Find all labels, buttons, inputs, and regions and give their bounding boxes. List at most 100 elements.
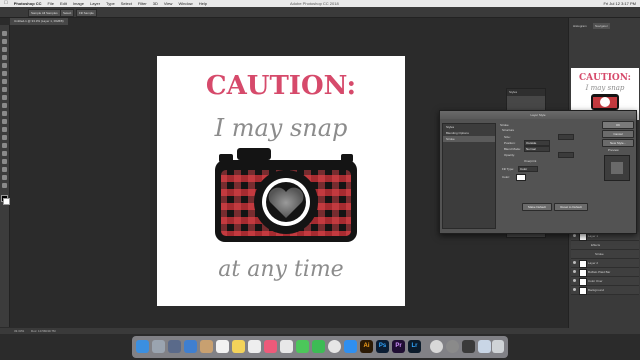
fill-type-select[interactable]: Color xyxy=(518,166,538,172)
zoom-tool-icon[interactable] xyxy=(2,183,7,188)
finder-icon[interactable] xyxy=(136,340,149,353)
opacity-field[interactable] xyxy=(558,152,574,158)
menu-type[interactable]: Type xyxy=(103,0,118,7)
move-tool-icon[interactable] xyxy=(2,31,7,36)
premiere-icon[interactable]: Pr xyxy=(392,340,405,353)
photoshop-icon[interactable]: Ps xyxy=(376,340,389,353)
menu-image[interactable]: Image xyxy=(70,0,87,7)
menu-layer[interactable]: Layer xyxy=(87,0,103,7)
size-field[interactable] xyxy=(558,134,574,140)
doc-size: Doc: 10.5M/40.7M xyxy=(31,329,56,333)
styles-panel-title: Styles xyxy=(507,89,545,96)
appstore-icon[interactable] xyxy=(344,340,357,353)
document-canvas[interactable]: CAUTION: I may snap at any time xyxy=(157,56,405,306)
layer-row[interactable]: Layer 2 xyxy=(571,259,639,268)
menu-file[interactable]: File xyxy=(45,0,57,7)
layer-row[interactable]: Effects xyxy=(571,241,639,250)
crop-tool-icon[interactable] xyxy=(2,63,7,68)
quick-select-tool-icon[interactable] xyxy=(2,55,7,60)
dialog-title[interactable]: Layer Style xyxy=(440,111,636,119)
gradient-tool-icon[interactable] xyxy=(2,119,7,124)
tools-panel xyxy=(0,25,10,327)
layer-row[interactable]: Color Over xyxy=(571,277,639,286)
layer-row[interactable]: Buffalo Plaid Bar xyxy=(571,268,639,277)
tab-histogram[interactable]: Histogram xyxy=(571,23,589,29)
hand-tool-icon[interactable] xyxy=(2,175,7,180)
clock[interactable]: Fri Jul 12 3:17 PM xyxy=(604,0,636,7)
messages-icon[interactable] xyxy=(296,340,309,353)
calendar-icon[interactable] xyxy=(216,340,229,353)
stamp-tool-icon[interactable] xyxy=(2,95,7,100)
menu-photoshop[interactable]: Photoshop CC xyxy=(11,0,45,7)
zoom-level[interactable]: 33.33% xyxy=(0,329,24,333)
downloads-icon[interactable] xyxy=(478,340,491,353)
select-button[interactable]: Select xyxy=(60,9,75,17)
layer-name: Effects xyxy=(591,243,601,247)
photos-icon[interactable] xyxy=(280,340,293,353)
menu-filter[interactable]: Filter xyxy=(135,0,150,7)
blur-tool-icon[interactable] xyxy=(2,127,7,132)
any-time-text: at any time xyxy=(218,257,343,282)
artwork: CAUTION: I may snap at any time xyxy=(206,71,357,282)
trash-icon[interactable] xyxy=(492,340,504,353)
blend-mode-label: Blend Mode: xyxy=(504,147,521,151)
apple-icon[interactable]:  xyxy=(0,0,11,7)
style-item-stroke[interactable]: Stroke xyxy=(443,136,495,142)
safari-icon[interactable] xyxy=(168,340,181,353)
background-color-swatch[interactable] xyxy=(3,198,10,205)
eye-icon[interactable] xyxy=(573,270,576,273)
pen-tool-icon[interactable] xyxy=(2,143,7,148)
layer-row[interactable]: Stroke xyxy=(571,250,639,259)
menu-help[interactable]: Help xyxy=(196,0,210,7)
reminders-icon[interactable] xyxy=(248,340,261,353)
marquee-tool-icon[interactable] xyxy=(2,39,7,44)
menu-select[interactable]: Select xyxy=(118,0,135,7)
preview-icon[interactable] xyxy=(430,340,443,353)
facetime-icon[interactable] xyxy=(312,340,325,353)
dodge-tool-icon[interactable] xyxy=(2,135,7,140)
eye-icon[interactable] xyxy=(573,288,576,291)
menu-view[interactable]: View xyxy=(161,0,176,7)
eye-icon[interactable] xyxy=(573,261,576,264)
eye-icon[interactable] xyxy=(573,279,576,282)
eraser-tool-icon[interactable] xyxy=(2,111,7,116)
history-brush-tool-icon[interactable] xyxy=(2,103,7,108)
new-style-button[interactable]: New Style... xyxy=(602,139,634,147)
lightroom-icon[interactable]: Lr xyxy=(408,340,421,353)
opacity-label: Opacity: xyxy=(504,153,516,157)
sample-all-button[interactable]: Sample All Samples xyxy=(28,9,61,17)
brush-tool-icon[interactable] xyxy=(2,87,7,92)
system-preferences-icon[interactable] xyxy=(446,340,459,353)
blend-mode-select[interactable]: Normal xyxy=(524,146,550,152)
type-tool-icon[interactable] xyxy=(2,151,7,156)
layer-row[interactable]: Background xyxy=(571,286,639,295)
preview-checkbox[interactable]: Preview xyxy=(608,148,619,152)
contacts-icon[interactable] xyxy=(200,340,213,353)
ok-button[interactable]: OK xyxy=(602,121,634,129)
size-label: Size: xyxy=(504,135,511,139)
shape-tool-icon[interactable] xyxy=(2,167,7,172)
lasso-tool-icon[interactable] xyxy=(2,47,7,52)
illustrator-icon[interactable]: Ai xyxy=(360,340,373,353)
make-default-button[interactable]: Make Default xyxy=(522,203,552,211)
menu-window[interactable]: Window xyxy=(175,0,195,7)
tab-navigator[interactable]: Navigator xyxy=(593,23,610,29)
overprint-checkbox[interactable]: Overprint xyxy=(524,159,536,163)
chrome-icon[interactable] xyxy=(328,340,341,353)
cancel-button[interactable]: Cancel xyxy=(602,130,634,138)
path-select-tool-icon[interactable] xyxy=(2,159,7,164)
reset-default-button[interactable]: Reset to Default xyxy=(554,203,588,211)
menu-3d[interactable]: 3D xyxy=(150,0,161,7)
quicktime-icon[interactable] xyxy=(462,340,475,353)
eye-icon[interactable] xyxy=(573,234,576,237)
document-tab[interactable]: Untitled-1 @ 33.3% (Layer 1, RGB/8) xyxy=(10,18,68,25)
eyedropper-tool-icon[interactable] xyxy=(2,71,7,76)
mail-icon[interactable] xyxy=(184,340,197,353)
stroke-color-swatch[interactable] xyxy=(516,174,526,181)
menu-edit[interactable]: Edit xyxy=(57,0,70,7)
notes-icon[interactable] xyxy=(232,340,245,353)
fill-sample-button[interactable]: Fill Sample xyxy=(76,9,97,17)
launchpad-icon[interactable] xyxy=(152,340,165,353)
music-icon[interactable] xyxy=(264,340,277,353)
healing-tool-icon[interactable] xyxy=(2,79,7,84)
